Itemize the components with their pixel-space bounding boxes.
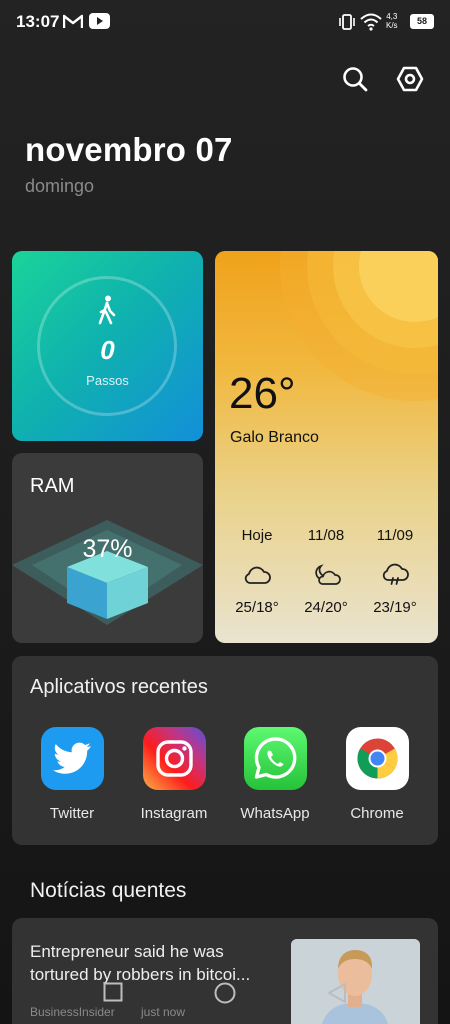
battery-level: 58: [416, 16, 427, 26]
forecast-day: 11/09 23/19°: [358, 527, 432, 616]
forecast-day: Hoje 25/18°: [220, 527, 294, 616]
ram-percent: 37%: [82, 535, 133, 563]
app-label: WhatsApp: [240, 805, 310, 822]
forecast-day-label: Hoje: [241, 527, 273, 544]
forecast-temp: 25/18°: [235, 599, 279, 616]
rain-cloud-icon: [382, 563, 409, 585]
recent-apps-title: Aplicativos recentes: [30, 676, 208, 698]
recents-square-icon[interactable]: [103, 982, 123, 1002]
app-twitter[interactable]: Twitter: [22, 727, 122, 822]
ram-title: RAM: [30, 475, 75, 497]
youtube-icon: [89, 13, 110, 29]
navigation-bar: [0, 970, 450, 1024]
vibrate-icon: [339, 14, 355, 30]
home-circle-icon[interactable]: [214, 982, 236, 1004]
recent-apps-card: Aplicativos recentes Twitter Instagram W…: [12, 656, 438, 845]
weekday-label: domingo: [25, 176, 95, 196]
news-section-title: Notícias quentes: [30, 879, 187, 902]
instagram-icon: [142, 727, 206, 790]
steps-label: Passos: [86, 373, 129, 388]
whatsapp-icon: [243, 727, 307, 790]
back-triangle-icon[interactable]: [327, 982, 347, 1004]
forecast-day: 11/08 24/20°: [289, 527, 363, 616]
status-bar: 13:07 4,3 K/s 58: [0, 0, 450, 44]
forecast-day-label: 11/08: [307, 527, 345, 544]
app-chrome[interactable]: Chrome: [327, 727, 427, 822]
wifi-icon: [360, 13, 382, 31]
network-speed-value: 4,3: [386, 12, 398, 21]
app-label: Chrome: [350, 805, 404, 822]
forecast-day-label: 11/09: [376, 527, 414, 544]
chrome-icon: [345, 727, 409, 790]
moon-cloud-icon: [315, 564, 341, 585]
app-instagram[interactable]: Instagram: [124, 727, 224, 822]
forecast-temp: 24/20°: [304, 599, 348, 616]
city-name: Galo Branco: [230, 429, 319, 446]
steps-widget[interactable]: 0 Passos: [12, 251, 203, 441]
battery-icon: 58: [410, 14, 434, 29]
forecast-temp: 23/19°: [373, 599, 417, 616]
current-temperature: 26°: [229, 369, 296, 418]
app-label: Twitter: [49, 805, 95, 822]
app-whatsapp[interactable]: WhatsApp: [225, 727, 325, 822]
twitter-icon: [40, 727, 104, 790]
ram-widget[interactable]: RAM 37%: [12, 453, 203, 643]
gmail-icon: [63, 14, 83, 28]
cloud-icon: [244, 566, 271, 584]
steps-count: 0: [100, 335, 115, 365]
network-speed-unit: K/s: [386, 21, 398, 30]
search-icon[interactable]: [341, 65, 369, 93]
network-speed: 4,3 K/s: [386, 12, 398, 30]
status-time: 13:07: [16, 12, 60, 31]
settings-icon[interactable]: [396, 65, 424, 93]
walking-icon: [98, 295, 116, 325]
app-label: Instagram: [140, 805, 208, 822]
date-title: novembro 07: [25, 131, 233, 168]
weather-widget[interactable]: 26° Galo Branco Hoje 25/18° 11/08 24/20°…: [215, 251, 438, 643]
